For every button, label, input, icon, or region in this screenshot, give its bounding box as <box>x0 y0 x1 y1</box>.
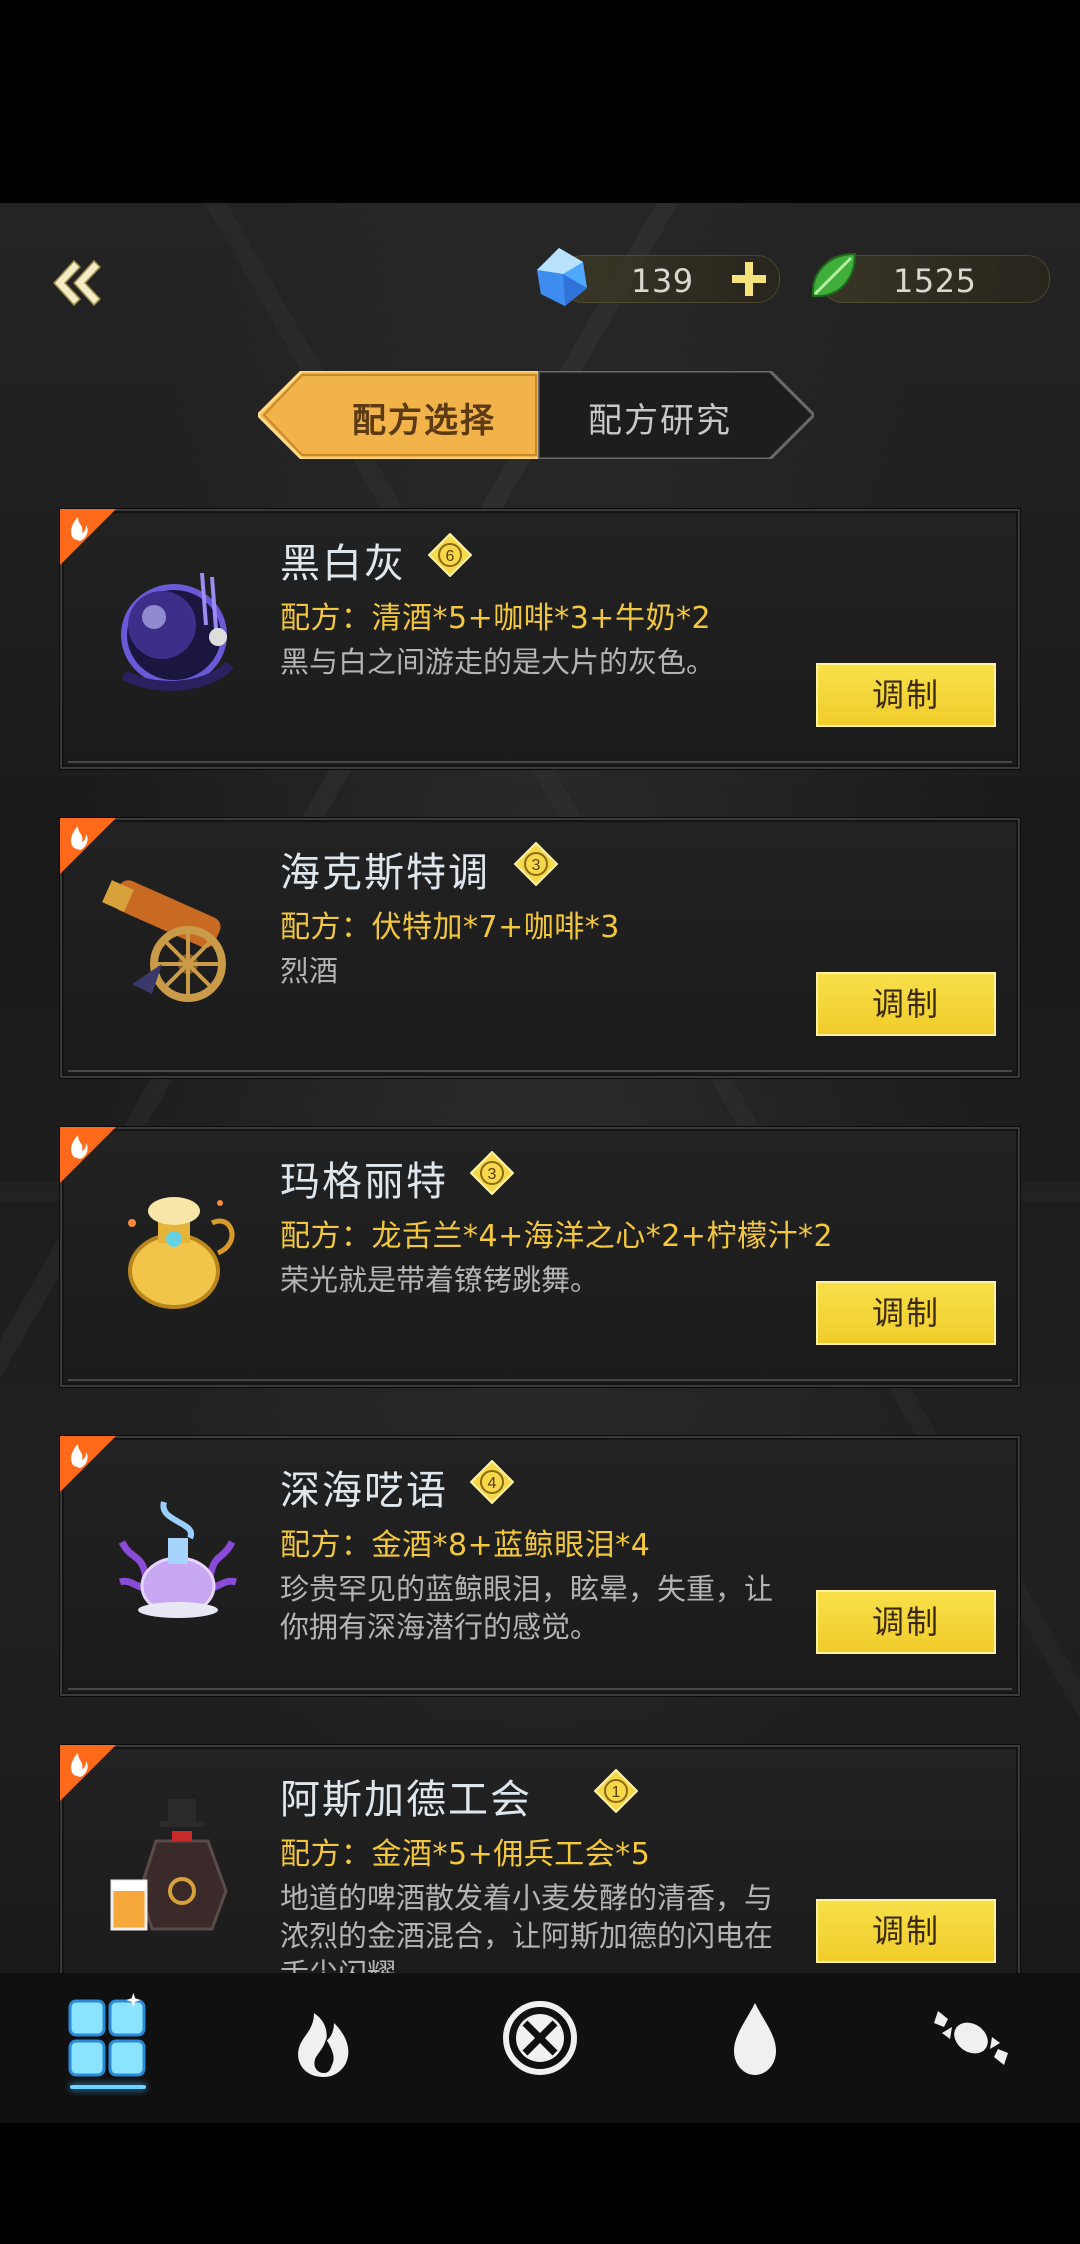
rank-diamond-icon: 6 <box>428 533 472 577</box>
recipe-screen: 139 1525 配方选择 配方研究 黑白灰 6 配方：清酒*5+咖啡*3+牛奶… <box>0 203 1080 2123</box>
rank-diamond-icon: 3 <box>514 842 558 886</box>
recipe-title: 深海呓语 <box>280 1468 448 1514</box>
recipe-formula: 配方：金酒*8+蓝鲸眼泪*4 <box>280 1528 651 1563</box>
recipe-formula: 配方：龙舌兰*4+海洋之心*2+柠檬汁*2 <box>280 1219 834 1254</box>
rank-diamond-icon: 1 <box>594 1769 638 1813</box>
recipe-description: 荣光就是带着镣铐跳舞。 <box>280 1263 600 1297</box>
rank-number: 1 <box>612 1784 621 1801</box>
nav-item-hot[interactable] <box>280 1993 370 2083</box>
bottom-nav <box>0 1973 1080 2123</box>
droplet-icon <box>734 2003 776 2075</box>
recipe-formula: 配方：伏特加*7+咖啡*3 <box>280 910 620 945</box>
recipe-list[interactable]: 黑白灰 6 配方：清酒*5+咖啡*3+牛奶*2 黑与白之间游走的是大片的灰色。 … <box>0 203 1080 1973</box>
brew-button[interactable]: 调制 <box>816 972 996 1036</box>
recipe-description: 地道的啤酒散发着小麦发酵的清香，与浓烈的金酒混合，让阿斯加德的闪电在舌尖闪耀 <box>280 1881 774 1973</box>
brew-button[interactable]: 调制 <box>816 1899 996 1963</box>
rank-number: 4 <box>488 1475 497 1492</box>
nav-active-indicator <box>70 2085 146 2089</box>
recipe-description: 烈酒 <box>280 954 339 988</box>
rank-number: 3 <box>532 857 541 874</box>
recipe-card: 深海呓语 4 配方：金酒*8+蓝鲸眼泪*4 珍贵罕见的蓝鲸眼泪，眩晕，失重，让你… <box>60 1436 1020 1696</box>
recipe-card: 黑白灰 6 配方：清酒*5+咖啡*3+牛奶*2 黑与白之间游走的是大片的灰色。 … <box>60 509 1020 769</box>
nav-item-liquid[interactable] <box>710 1993 800 2083</box>
flame-icon <box>298 2013 349 2077</box>
rank-diamond-icon: 4 <box>470 1460 514 1504</box>
recipe-card: 海克斯特调 3 配方：伏特加*7+咖啡*3 烈酒 调制 <box>60 818 1020 1078</box>
rank-number: 3 <box>488 1166 497 1183</box>
golden-vase-icon <box>128 1197 235 1309</box>
recipe-title: 黑白灰 <box>280 541 406 587</box>
coral-potion-icon <box>118 1501 237 1618</box>
recipe-title: 阿斯加德工会 <box>280 1777 532 1823</box>
recipe-card: 阿斯加德工会 1 配方：金酒*5+佣兵工会*5 地道的啤酒散发着小麦发酵的清香，… <box>60 1745 1020 1973</box>
grid-icon <box>68 1992 146 2077</box>
recipe-formula: 配方：金酒*5+佣兵工会*5 <box>280 1837 651 1872</box>
recipe-formula: 配方：清酒*5+咖啡*3+牛奶*2 <box>280 601 712 636</box>
recipe-title: 海克斯特调 <box>280 850 490 896</box>
brew-button[interactable]: 调制 <box>816 663 996 727</box>
brew-button[interactable]: 调制 <box>816 1590 996 1654</box>
nav-item-snacks[interactable] <box>926 1993 1016 2083</box>
rank-number: 6 <box>446 548 455 565</box>
crossed-circle-icon <box>503 2001 577 2075</box>
rank-diamond-icon: 3 <box>470 1151 514 1195</box>
recipe-description: 珍贵罕见的蓝鲸眼泪，眩晕，失重，让你拥有深海潜行的感觉。 <box>280 1572 774 1644</box>
nav-item-special[interactable] <box>495 1993 585 2083</box>
recipe-card: 玛格丽特 3 配方：龙舌兰*4+海洋之心*2+柠檬汁*2 荣光就是带着镣铐跳舞。… <box>60 1127 1020 1387</box>
nav-item-recipes[interactable] <box>64 1992 154 2083</box>
candy-icon <box>934 2011 1008 2065</box>
recipe-title: 玛格丽特 <box>280 1159 448 1205</box>
recipe-description: 黑与白之间游走的是大片的灰色。 <box>280 645 716 679</box>
gentleman-bottle-icon <box>110 1799 228 1931</box>
cannon-icon <box>102 880 226 1002</box>
crystal-ball-icon <box>121 572 234 691</box>
brew-button[interactable]: 调制 <box>816 1281 996 1345</box>
